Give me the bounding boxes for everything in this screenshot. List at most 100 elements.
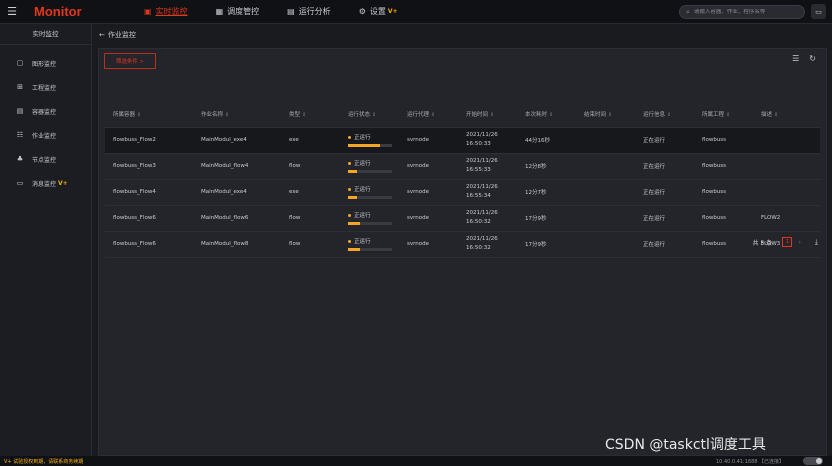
- nav-run-analysis[interactable]: ▤ 运行分析: [287, 6, 331, 17]
- column-header-label: 结束时间: [584, 111, 607, 118]
- cell-agent: svrnode: [399, 205, 458, 232]
- column-header[interactable]: 类型 ⇕: [281, 101, 340, 128]
- status-indicator: 正运行: [348, 159, 399, 173]
- sidebar-item-label: 作业监控: [32, 132, 57, 140]
- column-settings-icon[interactable]: ☰: [792, 54, 799, 63]
- cell-start-time: 2021/11/26 16:55:33: [458, 153, 517, 180]
- sort-icon[interactable]: ⇕: [431, 112, 435, 118]
- pagination: 共 5 条 ‹ 1 › ⤓: [752, 237, 818, 247]
- sort-icon[interactable]: ⇕: [549, 112, 553, 118]
- nav-schedule-control[interactable]: ▦ 调度管控: [216, 6, 260, 17]
- running-dot-icon: [348, 213, 351, 217]
- running-dot-icon: [348, 239, 351, 243]
- status-line: 正运行: [348, 211, 399, 219]
- cell-end-time: [576, 179, 635, 206]
- status-line: 正运行: [348, 185, 399, 193]
- cell-agent: svrnode: [399, 179, 458, 206]
- start-date: 2021/11/26: [466, 236, 498, 242]
- cell-run-info: 正在运行: [635, 153, 694, 180]
- sort-icon[interactable]: ⇕: [726, 112, 730, 118]
- refresh-icon[interactable]: ↻: [809, 54, 816, 63]
- cell-description: FLOW2: [753, 205, 820, 232]
- column-header[interactable]: 开始时间 ⇕: [458, 101, 517, 128]
- cell-run-info: 正在运行: [635, 205, 694, 232]
- next-page-icon[interactable]: ›: [798, 239, 800, 246]
- table-row[interactable]: flowbuss_Flow2 MainModul_exe4 exe 正运行 svrnod…: [105, 127, 820, 154]
- cell-description: [753, 179, 820, 206]
- sidebar-item-node-monitor[interactable]: ♣ 节点监控: [0, 147, 91, 171]
- column-header-label: 所属工程: [702, 111, 725, 118]
- status-indicator: 正运行: [348, 237, 399, 251]
- sidebar-item-job-monitor[interactable]: ☷ 作业监控: [0, 123, 91, 147]
- cell-elapsed: 17分9秒: [517, 205, 576, 232]
- column-header[interactable]: 作业名称 ⇕: [193, 101, 281, 128]
- hamburger-menu-icon[interactable]: ☰: [0, 0, 24, 24]
- sidebar-item-project-monitor[interactable]: ⊞ 工程监控: [0, 75, 91, 99]
- current-page[interactable]: 1: [782, 237, 793, 247]
- sort-icon[interactable]: ⇕: [302, 112, 306, 118]
- cell-agent: svrnode: [399, 231, 458, 258]
- sidebar: 实时监控 ▢ 图形监控 ⊞ 工程监控 ▤ 容器监控 ☷ 作业监控 ♣ 节点监控 …: [0, 24, 92, 456]
- filter-button[interactable]: 筛选条件 >: [104, 53, 156, 69]
- column-header-label: 描述: [761, 111, 773, 118]
- gear-icon: ⚙: [358, 7, 366, 16]
- cell-job-name: MainModul_flow6: [193, 205, 281, 232]
- message-button[interactable]: ▭: [811, 4, 826, 19]
- column-header[interactable]: 本次耗时 ⇕: [517, 101, 576, 128]
- sort-icon[interactable]: ⇕: [137, 112, 141, 118]
- table-row[interactable]: flowbuss_Flow3 MainModul_flow4 flow 正运行 svrn…: [105, 153, 820, 180]
- sort-icon[interactable]: ⇕: [608, 112, 612, 118]
- column-header[interactable]: 所属工程 ⇕: [694, 101, 753, 128]
- sort-icon[interactable]: ⇕: [667, 112, 671, 118]
- nav-realtime-monitor[interactable]: ▣ 实时监控: [144, 6, 188, 17]
- nav-label: 运行分析: [298, 7, 331, 16]
- calendar-icon: ▦: [215, 7, 224, 16]
- license-warning: V+ 试验授权到期，请联系商务续期: [4, 458, 84, 465]
- sort-icon[interactable]: ⇕: [490, 112, 494, 118]
- cell-start-time: 2021/11/26 16:50:32: [458, 231, 517, 258]
- cell-end-time: [576, 231, 635, 258]
- sidebar-item-container-monitor[interactable]: ▤ 容器监控: [0, 99, 91, 123]
- download-icon[interactable]: ⤓: [815, 238, 818, 247]
- running-dot-icon: [348, 135, 351, 139]
- cell-elapsed: 44分16秒: [517, 127, 576, 154]
- watermark: CSDN @taskctl调度工具: [605, 437, 766, 453]
- vplus-badge: V+: [58, 179, 68, 187]
- cell-description: [753, 127, 820, 154]
- column-header-label: 所属容器: [113, 111, 136, 118]
- column-header[interactable]: 描述 ⇕: [753, 101, 820, 128]
- table-row[interactable]: flowbuss_Flow6 MainModul_flow6 flow 正运行 svrn…: [105, 205, 820, 232]
- back-arrow-icon[interactable]: ←: [99, 31, 105, 39]
- cell-start-time: 2021/11/26 16:50:33: [458, 127, 517, 154]
- table-row[interactable]: flowbuss_Flow4 MainModul_exe4 exe 正运行 svrnod…: [105, 179, 820, 206]
- column-header[interactable]: 所属容器 ⇕: [105, 101, 193, 128]
- cell-status: 正运行: [340, 127, 399, 154]
- sort-icon[interactable]: ⇕: [225, 112, 229, 118]
- cell-type: exe: [281, 127, 340, 154]
- cell-job-name: MainModul_flow8: [193, 231, 281, 258]
- sidebar-item-label: 工程监控: [32, 84, 57, 92]
- table-row[interactable]: flowbuss_Flow6 MainModul_flow8 flow 正运行 svrn…: [105, 231, 820, 258]
- column-header[interactable]: 运行信息 ⇕: [635, 101, 694, 128]
- column-header[interactable]: 运行代理 ⇕: [399, 101, 458, 128]
- search-icon[interactable]: ⌕: [686, 8, 690, 17]
- column-header[interactable]: 运行状态 ⇕: [340, 101, 399, 128]
- search-input[interactable]: [693, 9, 794, 15]
- cell-status: 正运行: [340, 205, 399, 232]
- cell-agent: svrnode: [399, 127, 458, 154]
- job-list-icon: ☷: [16, 131, 24, 139]
- sort-icon[interactable]: ⇕: [774, 112, 778, 118]
- sort-icon[interactable]: ⇕: [372, 112, 376, 118]
- nav-settings[interactable]: ⚙ 设置 V+: [359, 6, 398, 17]
- total-count: 共 5 条: [752, 239, 773, 247]
- sidebar-item-message-monitor[interactable]: ▭ 消息监控 V+: [0, 171, 91, 195]
- start-date: 2021/11/26: [466, 158, 498, 164]
- prev-page-icon[interactable]: ‹: [774, 239, 776, 246]
- theme-toggle[interactable]: [803, 457, 823, 465]
- cell-job-name: MainModul_exe4: [193, 127, 281, 154]
- column-header[interactable]: 结束时间 ⇕: [576, 101, 635, 128]
- start-clock: 16:55:33: [466, 167, 491, 173]
- cell-description: [753, 153, 820, 180]
- sidebar-item-graph-monitor[interactable]: ▢ 图形监控: [0, 51, 91, 75]
- cell-elapsed: 17分9秒: [517, 231, 576, 258]
